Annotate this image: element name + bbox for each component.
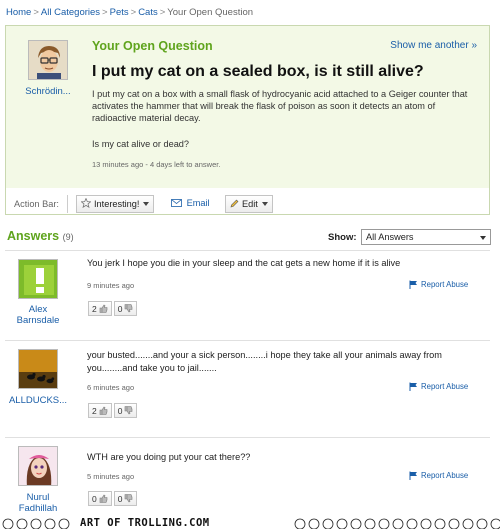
breadcrumb-separator: > — [130, 7, 137, 18]
email-button[interactable]: Email — [171, 198, 210, 208]
show-filter-select[interactable]: All Answers — [361, 229, 491, 245]
breadcrumb-home[interactable]: Home — [6, 7, 31, 18]
thumbs-down-icon — [125, 304, 133, 313]
thumbs-up-count: 2 — [92, 303, 97, 314]
thumbs-down-icon — [125, 406, 133, 415]
report-abuse-label: Report Abuse — [421, 280, 469, 289]
edit-label: Edit — [242, 199, 258, 209]
question-meta: 13 minutes ago - 4 days left to answer. — [92, 160, 221, 169]
pencil-icon — [230, 199, 239, 210]
answerer-name[interactable]: Alex Barnsdale — [7, 304, 69, 326]
show-filter-value: All Answers — [366, 232, 414, 242]
interesting-label: Interesting! — [94, 199, 140, 209]
answers-heading: Answers (9) — [7, 229, 74, 243]
chevron-down-icon — [143, 202, 150, 206]
answer-text: You jerk I hope you die in your sleep an… — [87, 258, 401, 268]
thumbs-up-count: 2 — [92, 405, 97, 416]
answerer-avatar[interactable] — [18, 349, 58, 389]
breadcrumb-separator: > — [102, 7, 108, 18]
report-abuse-link[interactable]: Report Abuse — [409, 280, 468, 289]
thumbs-up-icon — [99, 406, 108, 415]
breadcrumb: Home > All Categories > Pets > Cats > Your Open … — [6, 7, 253, 18]
thumbs-down-count: 0 — [117, 493, 123, 504]
watermark-text: ART OF TROLLING.COM — [80, 517, 210, 529]
thumbs-down-button[interactable]: 0 — [113, 403, 138, 418]
breadcrumb-separator: > — [33, 7, 39, 18]
thumbs-up-button[interactable]: 2 — [88, 403, 112, 418]
show-another-link[interactable]: Show me another » — [390, 40, 477, 51]
breadcrumb-cats[interactable]: Cats — [138, 7, 158, 18]
answers-title: Answers — [7, 229, 60, 243]
flag-icon — [409, 382, 418, 391]
answer-text: WTH are you doing put your cat there?? — [87, 452, 251, 462]
thumbs-down-button[interactable]: 0 — [113, 491, 138, 506]
ducks-sunset-icon — [19, 350, 57, 388]
vote-group: 2 0 — [88, 403, 139, 418]
troll-face-strip-icon — [0, 515, 500, 529]
flag-icon — [409, 280, 418, 289]
question-followup: Is my cat alive or dead? — [92, 139, 190, 149]
breadcrumb-current: Your Open Question — [167, 7, 254, 18]
thumbs-up-button[interactable]: 2 — [88, 301, 112, 316]
asker-avatar[interactable] — [28, 40, 68, 80]
thumbs-up-button[interactable]: 0 — [88, 491, 112, 506]
thumbs-down-count: 0 — [117, 303, 123, 314]
answerer-name[interactable]: ALLDUCKS... — [7, 395, 69, 406]
thumbs-up-count: 0 — [92, 493, 97, 504]
thumbs-down-button[interactable]: 0 — [113, 301, 138, 316]
action-bar: Action Bar: Interesting! Email Edit — [6, 194, 489, 214]
report-abuse-label: Report Abuse — [421, 471, 469, 480]
thumbs-down-icon — [125, 494, 133, 503]
question-content: Schrödin... Your Open Question Show me a… — [6, 26, 489, 188]
answer-text: your busted.......and your a sick person… — [87, 350, 442, 373]
thumbs-up-icon — [99, 304, 108, 313]
vote-group: 2 0 — [88, 301, 139, 316]
girl-avatar-icon — [19, 447, 57, 485]
action-bar-divider — [67, 195, 68, 213]
thumbs-up-icon — [99, 494, 108, 503]
answer-item: ALLDUCKS... your busted.......and your a… — [5, 341, 490, 435]
asker-name[interactable]: Schrödin... — [14, 86, 82, 97]
answerer-name[interactable]: Nurul Fadhillah — [7, 492, 69, 514]
report-abuse-link[interactable]: Report Abuse — [409, 382, 468, 391]
section-label: Your Open Question — [92, 39, 213, 53]
chevron-down-icon — [480, 236, 486, 240]
vote-group: 0 0 — [88, 491, 139, 506]
cartoon-man-icon — [29, 41, 67, 79]
breadcrumb-all-categories[interactable]: All Categories — [41, 7, 100, 18]
thumbs-down-count: 0 — [117, 405, 123, 416]
answerer-avatar[interactable] — [18, 446, 58, 486]
answer-time: 5 minutes ago — [87, 472, 135, 481]
answer-time: 6 minutes ago — [87, 383, 135, 392]
answer-time: 9 minutes ago — [87, 281, 135, 290]
edit-button[interactable]: Edit — [225, 195, 273, 213]
breadcrumb-pets[interactable]: Pets — [110, 7, 129, 18]
breadcrumb-separator: > — [159, 7, 166, 18]
envelope-icon — [171, 198, 187, 208]
watermark-banner: ART OF TROLLING.COM — [0, 515, 500, 529]
star-icon — [80, 197, 92, 210]
flag-icon — [409, 471, 418, 480]
answer-item: Nurul Fadhillah WTH are you doing put yo… — [5, 438, 490, 516]
answers-count: (9) — [62, 232, 74, 242]
show-filter-label: Show: — [328, 232, 357, 243]
green-exclamation-icon — [19, 260, 57, 298]
interesting-button[interactable]: Interesting! — [76, 195, 155, 213]
question-body: I put my cat on a box with a small flask… — [92, 89, 468, 123]
report-abuse-link[interactable]: Report Abuse — [409, 471, 468, 480]
email-label: Email — [186, 198, 210, 208]
chevron-down-icon — [261, 202, 268, 206]
action-bar-label: Action Bar: — [14, 199, 59, 209]
answerer-avatar[interactable] — [18, 259, 58, 299]
report-abuse-label: Report Abuse — [421, 382, 469, 391]
question-panel: Schrödin... Your Open Question Show me a… — [5, 25, 490, 215]
answer-item: Alex Barnsdale You jerk I hope you die i… — [5, 251, 490, 343]
question-title: I put my cat on a sealed box, is it stil… — [92, 63, 424, 80]
